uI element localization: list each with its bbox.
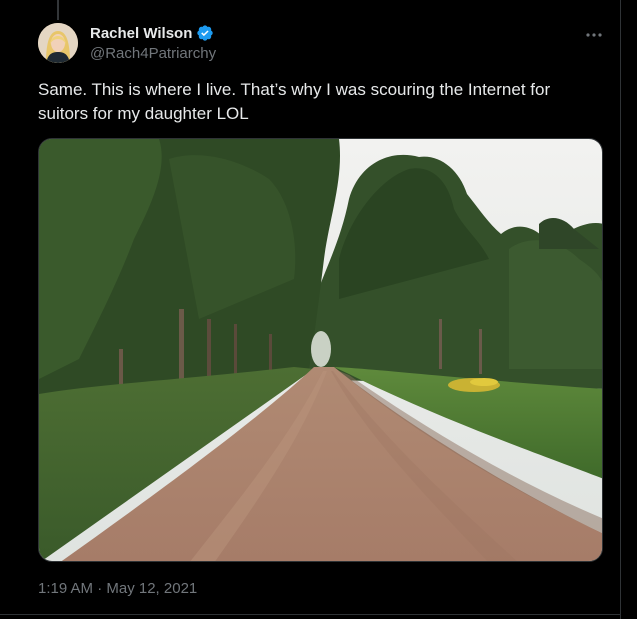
ellipsis-icon [586,33,602,37]
avatar[interactable] [38,23,78,63]
verified-badge-icon [197,25,214,41]
dirt-road-photo-icon [39,139,602,561]
column-divider [620,0,621,619]
author-name-row: Rachel Wilson [90,24,214,42]
tweet-timestamp[interactable]: 1:19 AM · May 12, 2021 [38,580,197,597]
tweet-photo[interactable] [38,138,603,562]
author-display-name[interactable]: Rachel Wilson [90,25,192,42]
thread-connector-line [57,0,59,20]
tweet-text: Same. This is where I live. That’s why I… [38,80,551,123]
more-options-button[interactable] [580,22,608,48]
author-handle[interactable]: @Rach4Patriarchy [90,45,216,62]
profile-photo-icon [38,23,78,63]
tweet-bottom-divider [0,614,620,615]
